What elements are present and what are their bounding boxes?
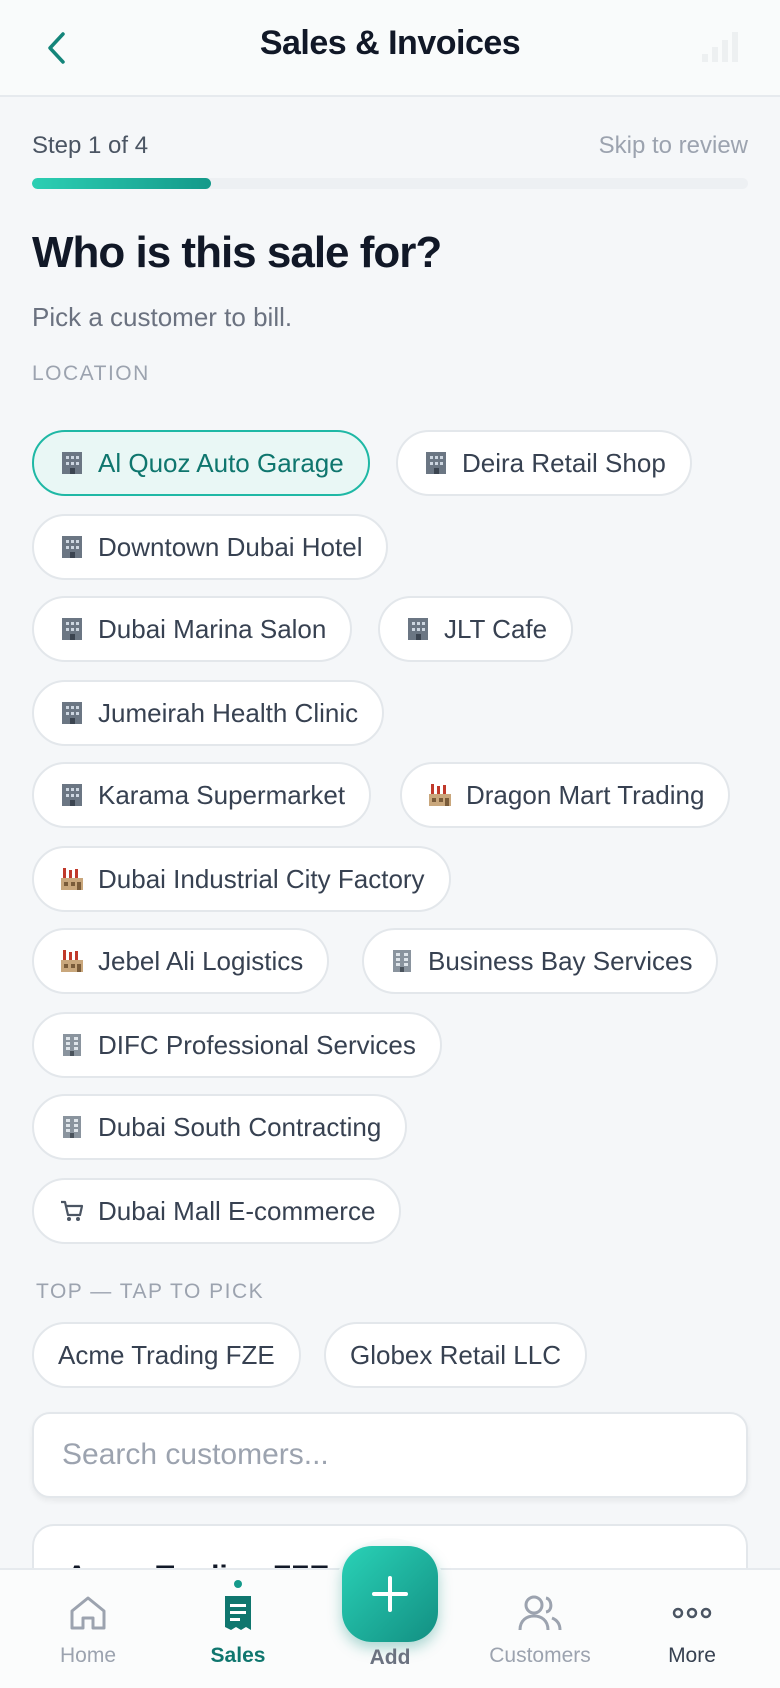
location-chip-dubai-mall-e-commerce[interactable]: Dubai Mall E-commerce — [32, 1178, 402, 1244]
search-input[interactable] — [62, 1438, 718, 1472]
search-field[interactable] — [32, 1412, 748, 1498]
nav-customers[interactable]: Customers — [470, 1570, 610, 1688]
location-chip-jebel-ali-logistics[interactable]: Jebel Ali Logistics — [32, 928, 330, 994]
active-indicator-dot — [234, 1580, 242, 1588]
page-title: Sales & Invoices — [259, 24, 521, 62]
receipt-icon — [225, 1596, 251, 1630]
more-dots-icon — [672, 1607, 712, 1619]
progress-bar — [32, 178, 748, 189]
location-chip-business-bay-services[interactable]: Business Bay Services — [362, 928, 719, 994]
home-icon — [70, 1596, 106, 1630]
step-indicator: Step 1 of 4 — [32, 132, 149, 159]
shopping-cart-icon — [58, 1197, 86, 1225]
location-chip-downtown-dubai-hotel[interactable]: Downtown Dubai Hotel — [32, 514, 389, 580]
add-button[interactable] — [342, 1546, 438, 1642]
location-section-label: LOCATION — [32, 362, 150, 385]
location-chip-karama-supermarket[interactable]: Karama Supermarket — [32, 762, 372, 828]
question-title: Who is this sale for? — [32, 228, 442, 277]
office-icon — [58, 1113, 86, 1141]
progress-fill — [32, 178, 211, 189]
location-chip-dubai-industrial-city-factory[interactable]: Dubai Industrial City Factory — [32, 846, 451, 912]
factory-icon — [58, 865, 86, 893]
office-building-icon — [422, 449, 450, 477]
office-icon — [388, 947, 416, 975]
office-building-icon — [58, 615, 86, 643]
location-chip-dubai-south-contracting[interactable]: Dubai South Contracting — [32, 1094, 408, 1160]
location-chip-jumeirah-health-clinic[interactable]: Jumeirah Health Clinic — [32, 680, 385, 746]
skip-to-review-link[interactable]: Skip to review — [599, 132, 748, 160]
office-icon — [58, 1031, 86, 1059]
plus-icon — [372, 1576, 408, 1612]
nav-more[interactable]: More — [622, 1570, 762, 1688]
office-building-icon — [58, 449, 86, 477]
location-chip-dragon-mart-trading[interactable]: Dragon Mart Trading — [400, 762, 731, 828]
top-chip-globex-retail-llc[interactable]: Globex Retail LLC — [324, 1322, 587, 1388]
location-chip-dubai-marina-salon[interactable]: Dubai Marina Salon — [32, 596, 353, 662]
office-building-icon — [404, 615, 432, 643]
top-chip-acme-trading-fze[interactable]: Acme Trading FZE — [32, 1322, 301, 1388]
location-chip-al-quoz-auto-garage[interactable]: Al Quoz Auto Garage — [32, 430, 370, 496]
add-label: Add — [369, 1646, 411, 1669]
question-subtitle: Pick a customer to bill. — [32, 302, 293, 332]
nav-sales[interactable]: Sales — [168, 1570, 308, 1688]
office-building-icon — [58, 781, 86, 809]
nav-home[interactable]: Home — [18, 1570, 158, 1688]
factory-icon — [58, 947, 86, 975]
office-building-icon — [58, 533, 86, 561]
location-chip-deira-retail-shop[interactable]: Deira Retail Shop — [396, 430, 692, 496]
app-header: Sales & Invoices — [0, 0, 780, 97]
office-building-icon — [58, 699, 86, 727]
factory-icon — [426, 781, 454, 809]
location-chip-difc-professional-services[interactable]: DIFC Professional Services — [32, 1012, 442, 1078]
users-icon — [518, 1595, 562, 1631]
top-section-label: TOP — TAP TO PICK — [36, 1280, 265, 1303]
signal-icon — [702, 32, 738, 62]
location-chip-jlt-cafe[interactable]: JLT Cafe — [378, 596, 574, 662]
